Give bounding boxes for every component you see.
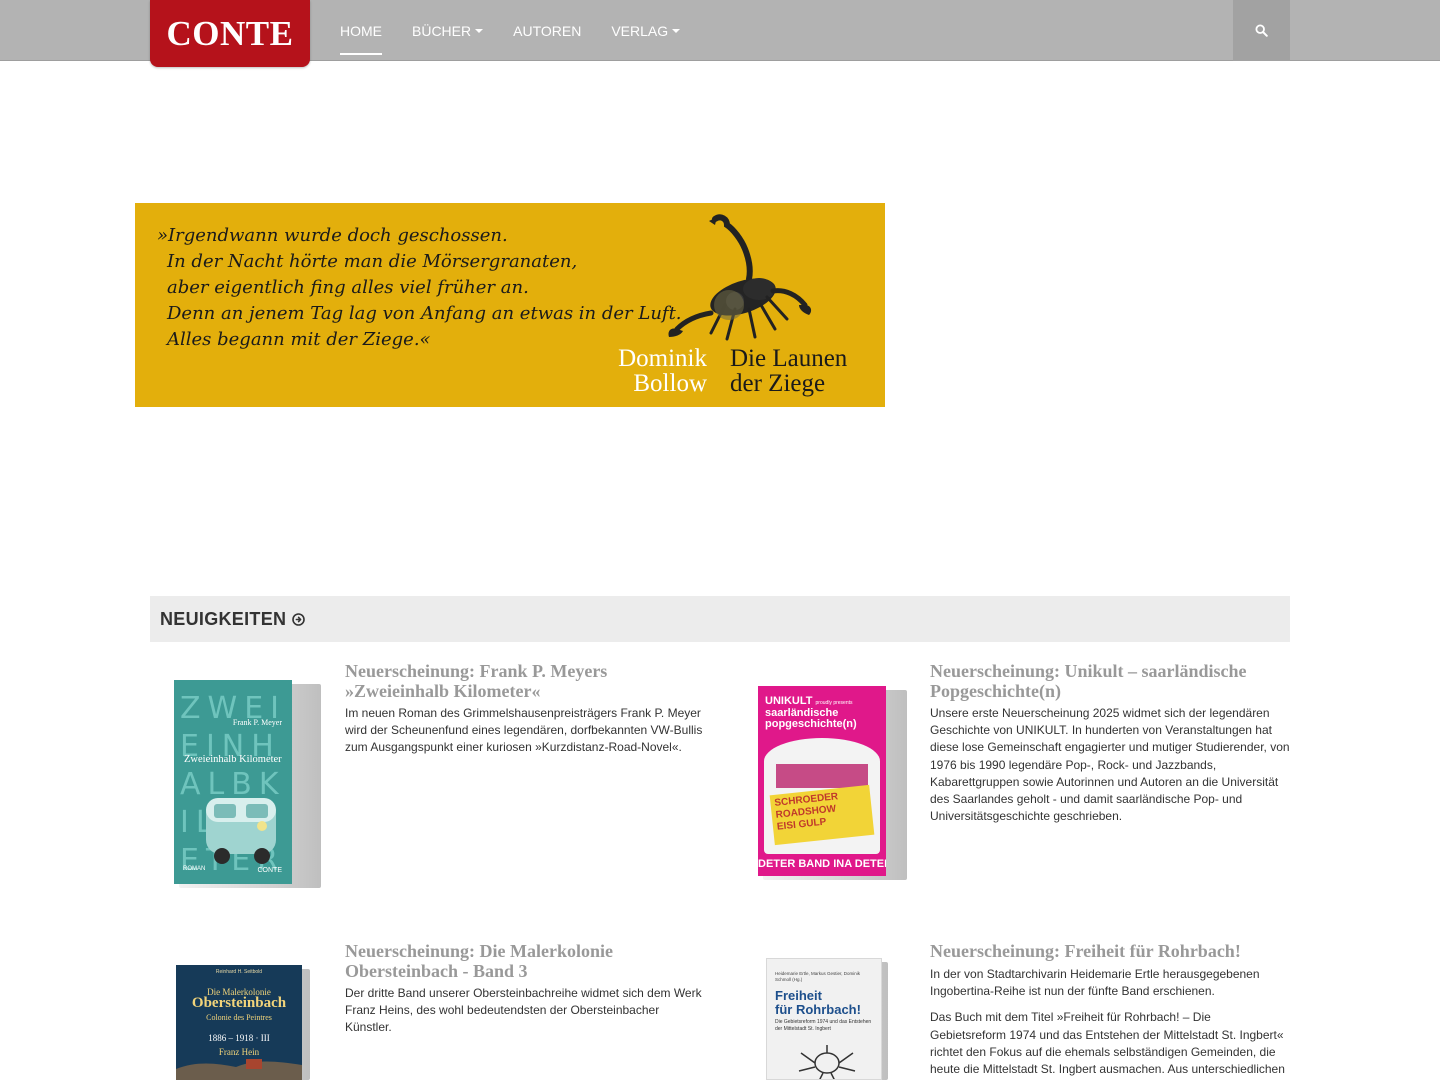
cover-subtitle: Die Gebietsreform 1974 und das Entstehen…: [775, 1019, 872, 1032]
news-item-paragraph: Der dritte Band unserer Obersteinbachrei…: [345, 986, 702, 1035]
search-button[interactable]: [1233, 0, 1290, 61]
book-title-line: Die Launen: [730, 345, 848, 372]
cover-title-2: Obersteinbach: [191, 995, 287, 1011]
nav-home[interactable]: Home: [340, 0, 382, 61]
cover-bottom-text: DETER BAND INA DETER: [758, 858, 886, 870]
cover-title: Freiheit für Rohrbach!: [775, 989, 861, 1017]
logo[interactable]: CONTE: [150, 0, 310, 67]
quote-line: »Irgendwann wurde doch geschossen.: [157, 225, 508, 246]
caret-down-icon: [672, 28, 681, 33]
news-cover-zweieinhalb[interactable]: ZWEIEINHALBKILOMETER Frank P. Meyer Zwei…: [174, 680, 292, 884]
cover-publisher: CONTE: [257, 867, 283, 874]
cover-title-line: popgeschichte(n): [765, 718, 857, 730]
cover-brand-sub: proudly presents: [815, 700, 853, 706]
cover-brand: UNIKULT proudly presents: [765, 695, 853, 707]
cover-title: saarländische popgeschichte(n): [765, 708, 857, 730]
news-item-text: Im neuen Roman des Grimmelshausenpreistr…: [345, 705, 707, 766]
cover-genre: ROMAN: [183, 866, 206, 872]
nav-buecher-label: Bücher: [412, 22, 472, 39]
author-last-name: Bollow: [633, 370, 707, 397]
nav-autoren[interactable]: Autoren: [513, 0, 581, 61]
cover-title-line: für Rohrbach!: [775, 1002, 861, 1017]
news-section-header: Neuigkeiten: [150, 596, 1290, 642]
cover-illustration: [798, 1045, 856, 1079]
cover-author: Frank P. Meyer: [232, 718, 282, 727]
cover-brand-name: UNIKULT: [765, 695, 813, 707]
cover-poster-block: [776, 764, 868, 788]
scorpion-illustration: [668, 214, 812, 341]
cover-years: 1886 – 1918 · III: [208, 1033, 270, 1043]
news-item-paragraph: In der von Stadtarchivarin Heidemarie Er…: [930, 967, 1260, 999]
nav-autoren-label: Autoren: [513, 22, 582, 39]
nav-buecher[interactable]: Bücher: [412, 0, 484, 61]
news-item-title[interactable]: Neuerscheinung: Freiheit für Rohrbach!: [930, 941, 1290, 961]
cover-art: ZWEIEINHALBKILOMETER: [174, 680, 292, 884]
news-heading[interactable]: Neuigkeiten: [160, 609, 286, 630]
logo-text: CONTE: [166, 13, 294, 53]
nav-verlag[interactable]: Verlag: [611, 0, 681, 61]
cover-title-line: Freiheit: [775, 988, 822, 1003]
banner-author: Dominik Bollow: [595, 346, 707, 396]
search-icon: [1255, 24, 1268, 37]
cover-editors: Heidemarie Ertle, Markus Gestier, Domini…: [775, 971, 861, 982]
news-item-text: Der dritte Band unserer Obersteinbachrei…: [345, 985, 707, 1046]
promo-banner[interactable]: »Irgendwann wurde doch geschossen. In de…: [135, 203, 885, 407]
news-cover-unikult[interactable]: UNIKULT proudly presents saarländische p…: [758, 686, 886, 876]
cover-bottom-2: INA DETER: [833, 858, 886, 870]
news-item-paragraph: Unsere erste Neuerscheinung 2025 widmet …: [930, 706, 1290, 824]
book-title-line: der Ziege: [730, 370, 826, 397]
cover-landscape: [176, 1059, 302, 1080]
banner-book-title: Die Launen der Ziege: [730, 346, 847, 396]
news-item-text: Unsere erste Neuerscheinung 2025 widmet …: [930, 705, 1290, 834]
arrow-circle-right-icon[interactable]: [292, 612, 306, 626]
author-first-name: Dominik: [618, 345, 707, 372]
nav-verlag-label: Verlag: [611, 22, 669, 39]
news-item-title[interactable]: Neuerscheinung: Unikult – saarländische …: [930, 661, 1290, 701]
cover-poster-text: SCHROEDER ROADSHOW EISI GULP: [769, 784, 875, 846]
main-nav: Home Bücher Autoren Verlag: [340, 0, 710, 61]
quote-line: In der Nacht hörte man die Mörsergranate…: [167, 251, 578, 272]
news-cover-rohrbach[interactable]: Heidemarie Ertle, Markus Gestier, Domini…: [766, 958, 882, 1080]
news-item-paragraph: Das Buch mit dem Titel »Freiheit für Roh…: [930, 1010, 1285, 1077]
cover-bottom-1: DETER BAND: [758, 858, 831, 870]
news-item-title[interactable]: Neuerscheinung: Frank P. Meyers »Zweiein…: [345, 661, 705, 701]
quote-line: aber eigentlich fing alles viel früher a…: [167, 277, 529, 298]
news-item-text: In der von Stadtarchivarin Heidemarie Er…: [930, 966, 1290, 1087]
banner-quote: »Irgendwann wurde doch geschossen. In de…: [157, 223, 682, 353]
nav-home-label: Home: [340, 22, 382, 39]
news-item-title[interactable]: Neuerscheinung: Die Malerkolonie Oberste…: [345, 941, 705, 981]
cover-poster-column: SCHROEDER ROADSHOW EISI GULP: [764, 738, 880, 854]
cover-title: Zweieinhalb Kilometer: [184, 754, 282, 765]
cover-editors: Reinhard H. Seitbold: [215, 969, 263, 975]
cover-title-3: Colonie des Peintres: [206, 1013, 272, 1022]
news-cover-obersteinbach[interactable]: Reinhard H. Seitbold Die Malerkolonie Ob…: [176, 965, 302, 1080]
news-item-paragraph: Im neuen Roman des Grimmelshausenpreistr…: [345, 706, 703, 755]
quote-line: Denn an jenem Tag lag von Anfang an etwa…: [167, 303, 682, 324]
caret-down-icon: [475, 28, 484, 33]
